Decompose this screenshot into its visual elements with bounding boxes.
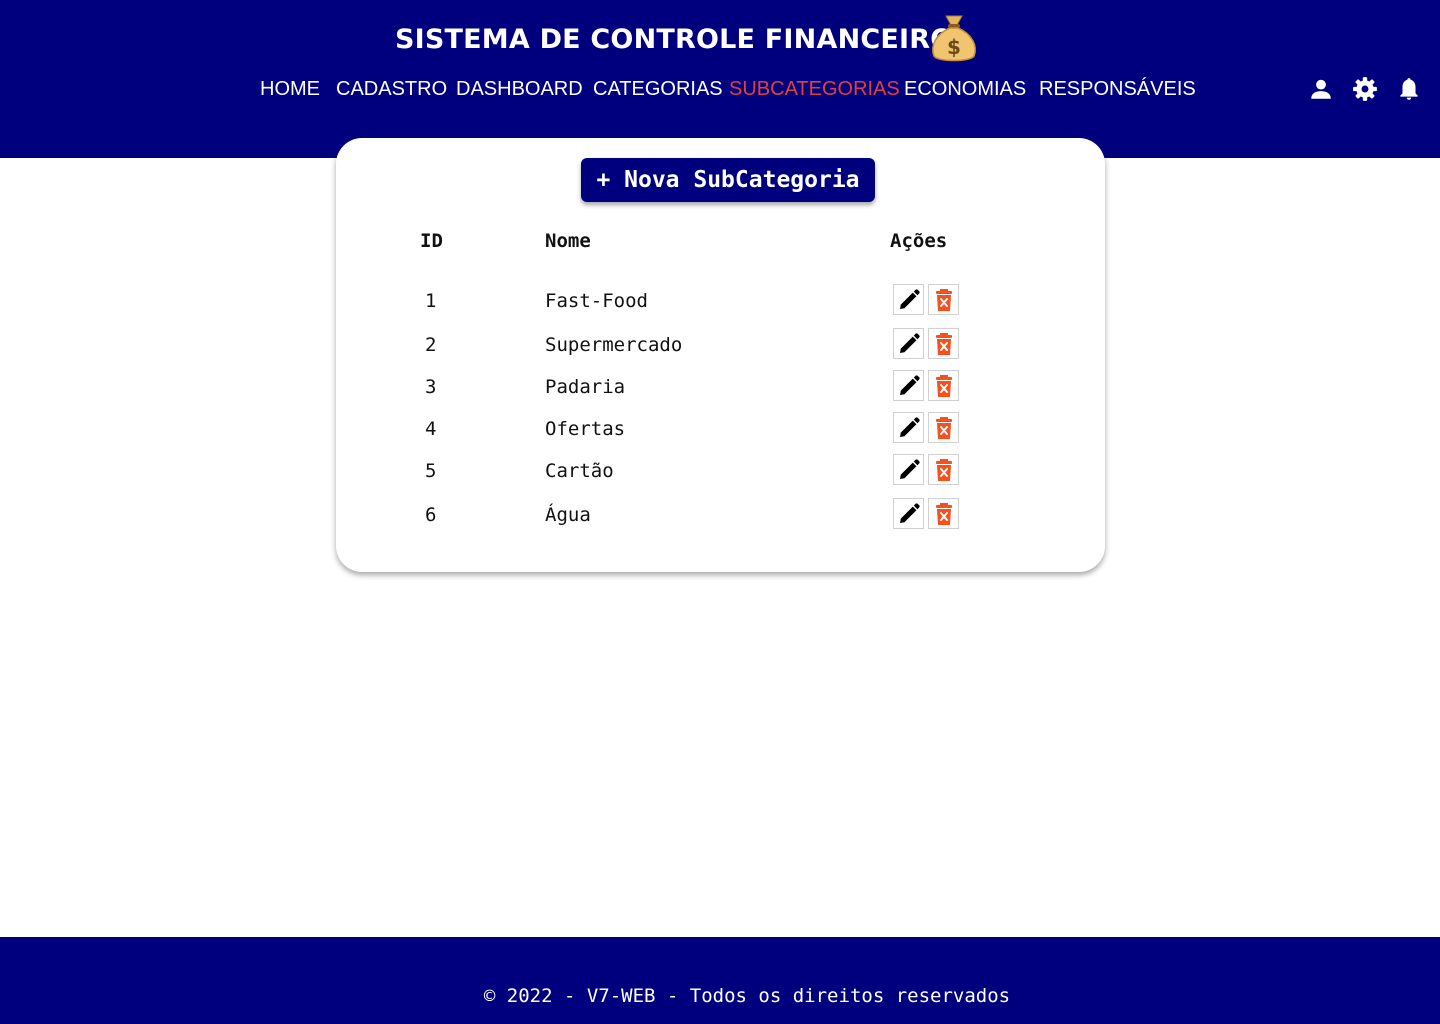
row-id: 5: [425, 460, 437, 482]
trash-icon: [933, 458, 955, 482]
edit-button[interactable]: [893, 370, 924, 401]
pencil-icon: [897, 502, 921, 526]
pencil-icon: [897, 458, 921, 482]
row-name: Água: [545, 504, 591, 526]
column-header-actions: Ações: [890, 230, 948, 252]
edit-button[interactable]: [893, 328, 924, 359]
delete-button[interactable]: [928, 328, 959, 359]
trash-icon: [933, 502, 955, 526]
row-name: Cartão: [545, 460, 614, 482]
row-id: 6: [425, 504, 437, 526]
edit-button[interactable]: [893, 454, 924, 485]
table-row: 2 Supermercado: [336, 328, 1105, 360]
delete-button[interactable]: [928, 284, 959, 315]
delete-button[interactable]: [928, 412, 959, 443]
pencil-icon: [897, 332, 921, 356]
footer-copyright: © 2022 - V7-WEB - Todos os direitos rese…: [483, 985, 1011, 1007]
trash-icon: [933, 332, 955, 356]
user-icon[interactable]: [1308, 76, 1334, 102]
bell-icon[interactable]: [1396, 76, 1422, 102]
column-header-name: Nome: [545, 230, 591, 252]
row-name: Supermercado: [545, 334, 683, 356]
row-id: 3: [425, 376, 437, 398]
edit-button[interactable]: [893, 284, 924, 315]
table-row: 6 Água: [336, 498, 1105, 530]
header: SISTEMA DE CONTROLE FINANCEIRO $ HOME CA…: [0, 0, 1440, 158]
table-row: 1 Fast-Food: [336, 284, 1105, 316]
row-id: 4: [425, 418, 437, 440]
footer: © 2022 - V7-WEB - Todos os direitos rese…: [0, 937, 1440, 1024]
trash-icon: [933, 374, 955, 398]
table-row: 5 Cartão: [336, 454, 1105, 486]
nav-responsaveis[interactable]: RESPONSÁVEIS: [1039, 78, 1196, 101]
svg-text:$: $: [947, 35, 961, 59]
nav-economias[interactable]: ECONOMIAS: [904, 78, 1026, 101]
money-bag-icon: $: [932, 15, 976, 62]
trash-icon: [933, 288, 955, 312]
nav-subcategorias[interactable]: SUBCATEGORIAS: [729, 78, 900, 101]
row-id: 1: [425, 290, 437, 312]
gear-icon[interactable]: [1352, 76, 1378, 102]
row-name: Fast-Food: [545, 290, 648, 312]
nav-cadastro[interactable]: CADASTRO: [336, 78, 447, 101]
nav-home[interactable]: HOME: [260, 78, 320, 101]
pencil-icon: [897, 288, 921, 312]
subcategories-card: + Nova SubCategoria ID Nome Ações 1 Fast-…: [336, 138, 1105, 572]
edit-button[interactable]: [893, 498, 924, 529]
table-row: 4 Ofertas: [336, 412, 1105, 444]
new-subcategory-button[interactable]: + Nova SubCategoria: [581, 158, 875, 202]
row-name: Padaria: [545, 376, 626, 398]
app-title: SISTEMA DE CONTROLE FINANCEIRO: [395, 24, 954, 55]
nav-dashboard[interactable]: DASHBOARD: [456, 78, 583, 101]
delete-button[interactable]: [928, 370, 959, 401]
column-header-id: ID: [420, 230, 443, 252]
row-name: Ofertas: [545, 418, 626, 440]
delete-button[interactable]: [928, 498, 959, 529]
edit-button[interactable]: [893, 412, 924, 443]
trash-icon: [933, 416, 955, 440]
pencil-icon: [897, 374, 921, 398]
pencil-icon: [897, 416, 921, 440]
row-id: 2: [425, 334, 437, 356]
nav-categorias[interactable]: CATEGORIAS: [593, 78, 723, 101]
table-row: 3 Padaria: [336, 370, 1105, 402]
delete-button[interactable]: [928, 454, 959, 485]
